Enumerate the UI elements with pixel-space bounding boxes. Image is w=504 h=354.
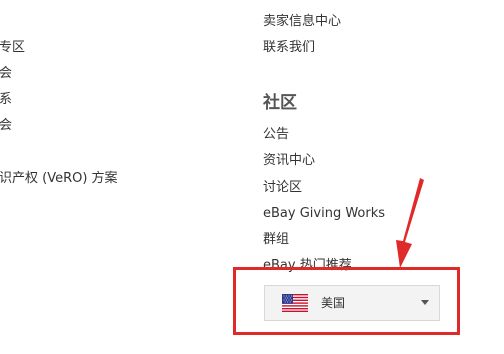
ebay-footer-page: 闻 资者专区 作机会 府关系 告机会 策 护知识产权 (VeRO) 方案 卖家信… xyxy=(0,0,504,354)
community-heading: 社区 xyxy=(263,93,297,113)
community-link-announcements[interactable]: 公告 xyxy=(263,127,289,143)
footer-link-advertise[interactable]: 告机会 xyxy=(0,118,12,134)
community-link-popular[interactable]: eBay 热门推荐 xyxy=(263,258,352,274)
chevron-down-icon xyxy=(421,300,429,305)
footer-link-investors[interactable]: 资者专区 xyxy=(0,40,25,56)
community-link-news-center[interactable]: 资讯中心 xyxy=(263,153,315,169)
community-link-groups[interactable]: 群组 xyxy=(263,232,289,248)
footer-link-government-relations[interactable]: 府关系 xyxy=(0,92,12,108)
country-selector-label: 美国 xyxy=(321,296,346,310)
footer-link-vero[interactable]: 护知识产权 (VeRO) 方案 xyxy=(0,171,118,187)
annotation-arrow-icon xyxy=(396,178,424,268)
country-selector[interactable]: 美国 xyxy=(264,285,440,321)
us-flag-icon xyxy=(282,294,308,312)
community-link-discussion-boards[interactable]: 讨论区 xyxy=(263,180,302,196)
community-link-giving-works[interactable]: eBay Giving Works xyxy=(263,206,385,222)
footer-link-contact-us[interactable]: 联系我们 xyxy=(263,40,315,56)
footer-link-careers[interactable]: 作机会 xyxy=(0,66,12,82)
footer-link-seller-center[interactable]: 卖家信息中心 xyxy=(263,14,341,30)
